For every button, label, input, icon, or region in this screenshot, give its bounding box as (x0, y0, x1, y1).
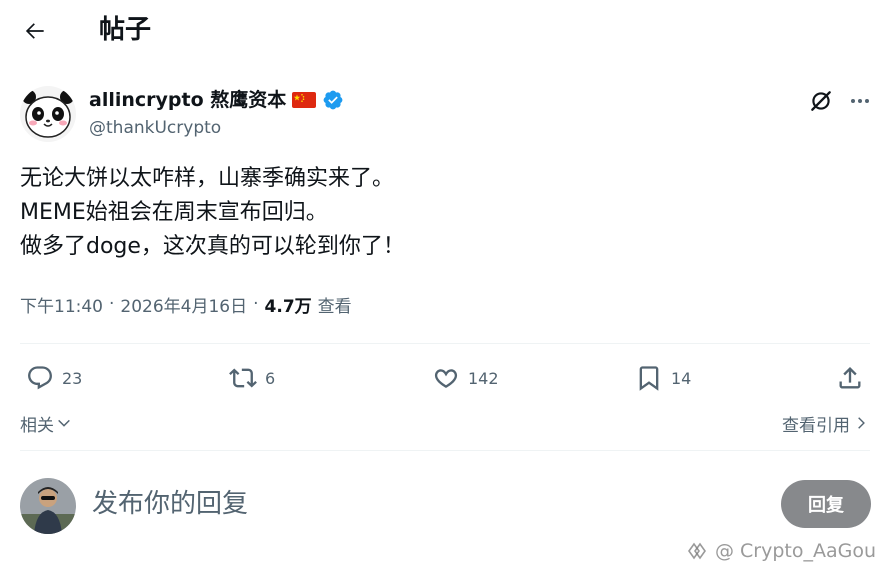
back-button[interactable] (20, 16, 50, 46)
reply-count: 23 (62, 368, 83, 388)
related-label: 相关 (20, 415, 54, 436)
tweet-date[interactable]: 2026年4月16日 (120, 292, 247, 317)
views-label: 查看 (317, 296, 352, 317)
tweet-text: 无论大饼以太咋样，山寨季确实来了。 MEME始祖会在周末宣布回归。 做多了dog… (20, 162, 860, 264)
separator-dot: · (253, 294, 259, 314)
tweet-line: 无论大饼以太咋样，山寨季确实来了。 (20, 166, 395, 191)
retweet-button[interactable]: 6 (229, 356, 275, 400)
top-bar: 帖子 (0, 0, 888, 62)
watermark: @ Crypto_AaGou (683, 538, 876, 564)
arrow-left-icon (25, 23, 44, 39)
chevron-right-icon (858, 417, 865, 429)
reply-submit-button[interactable]: 回复 (781, 480, 871, 528)
user-avatar[interactable] (20, 478, 76, 534)
tweet-meta: 下午11:40 · 2026年4月16日 · 4.7万 查看 (20, 290, 352, 318)
more-button[interactable] (845, 86, 875, 116)
share-button[interactable] (836, 356, 864, 400)
grok-icon (811, 91, 831, 111)
tweet-time[interactable]: 下午11:40 (20, 292, 103, 317)
bookmark-button[interactable]: 14 (635, 356, 691, 400)
divider (20, 343, 870, 344)
retweet-icon (229, 368, 257, 388)
tweet-line: MEME始祖会在周末宣布回归。 (20, 200, 328, 225)
grok-button[interactable] (806, 86, 836, 116)
watermark-text: @ Crypto_AaGou (714, 540, 876, 562)
chevron-down-icon (58, 419, 70, 427)
view-quotes-link[interactable]: 查看引用 (782, 410, 868, 436)
china-flag-icon (292, 92, 317, 108)
author-handle[interactable]: @thankUcrypto (89, 116, 221, 140)
reply-icon (28, 366, 52, 390)
retweet-count: 6 (265, 368, 276, 388)
bookmark-icon (639, 366, 659, 391)
verified-badge-icon (322, 89, 344, 111)
tweet-line: 做多了doge，这次真的可以轮到你了！ (20, 234, 405, 259)
reply-button[interactable]: 23 (26, 356, 82, 400)
more-icon (851, 99, 869, 103)
author-name-row: allincrypto 熬鹰资本 (89, 86, 344, 114)
heart-icon (434, 369, 458, 388)
separator-dot: · (109, 294, 115, 314)
view-quotes-label: 查看引用 (782, 415, 850, 436)
views-count: 4.7万 (264, 296, 312, 317)
author-avatar[interactable] (20, 86, 76, 142)
bookmark-count: 14 (671, 368, 692, 388)
watermark-logo-icon (687, 542, 706, 560)
page-title: 帖子 (99, 15, 152, 45)
like-count: 142 (468, 368, 499, 388)
like-button[interactable]: 142 (432, 356, 499, 400)
author-name[interactable]: allincrypto 熬鹰资本 (89, 86, 286, 114)
related-link[interactable]: 相关 (20, 410, 72, 436)
divider (20, 450, 870, 451)
reply-input[interactable] (92, 482, 732, 526)
share-icon (839, 367, 861, 389)
action-bar: 23 6 142 14 (0, 356, 888, 400)
